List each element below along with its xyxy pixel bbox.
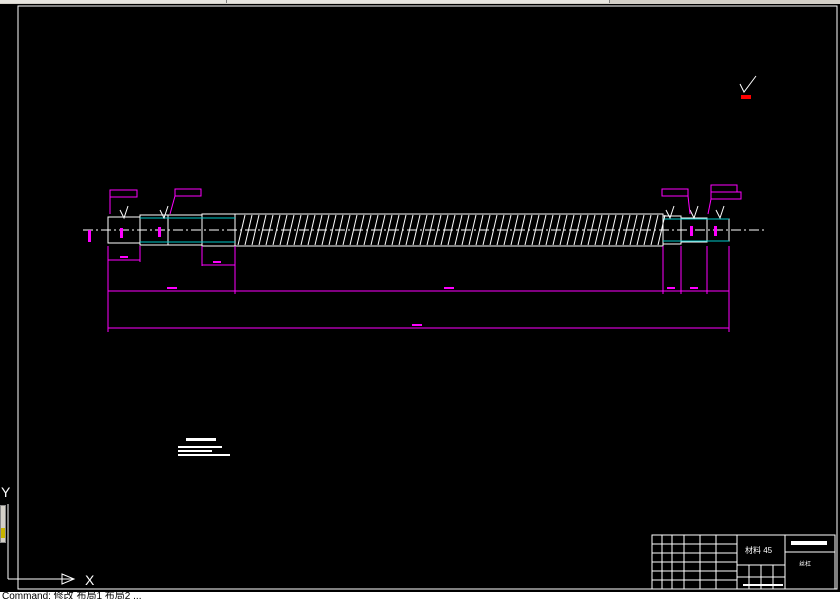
tab-strip-right[interactable] [227, 0, 610, 3]
title-bar [791, 541, 827, 545]
tech-requirements [178, 438, 230, 456]
tolerance-callouts [109, 184, 742, 215]
roughness-symbol-icon [119, 205, 129, 220]
command-line[interactable]: Command: 修改 布局1 布局2 ... [0, 592, 840, 599]
left-toolbar-fragment[interactable] [0, 505, 6, 543]
title-underline [743, 584, 783, 586]
part-name-label: 丝杠 [799, 560, 811, 568]
tolerance-box [109, 189, 138, 198]
tolerance-box [710, 184, 738, 193]
material-label: 材料 45 [745, 545, 773, 555]
thread-line [489, 214, 498, 246]
dimensions [107, 246, 730, 332]
drawing-canvas[interactable]: 材料 45 丝杠 Y X [0, 4, 840, 592]
roughness-symbol-icon [715, 205, 725, 220]
tab-strip-left[interactable] [0, 0, 227, 3]
highlight-marker [741, 95, 751, 99]
tolerance-box [661, 188, 689, 197]
thread-line [398, 214, 407, 246]
thread-line [524, 214, 533, 246]
ucs-x-label: X [85, 572, 95, 588]
roughness-symbol-icon [689, 205, 699, 220]
ucs-y-label: Y [1, 484, 11, 500]
thread-line [650, 214, 659, 246]
roughness-symbol-icon [739, 75, 757, 93]
thread-line [615, 214, 624, 246]
thread-line [272, 214, 281, 246]
thread-line [237, 214, 246, 246]
drawing-frame [17, 5, 838, 590]
tolerance-box [710, 191, 742, 200]
thread-line [363, 214, 372, 246]
tolerance-box [174, 188, 202, 197]
drawing-svg: 材料 45 丝杠 Y X [1, 5, 838, 590]
roughness-symbol-icon [159, 205, 169, 220]
roughness-symbols [119, 75, 757, 220]
